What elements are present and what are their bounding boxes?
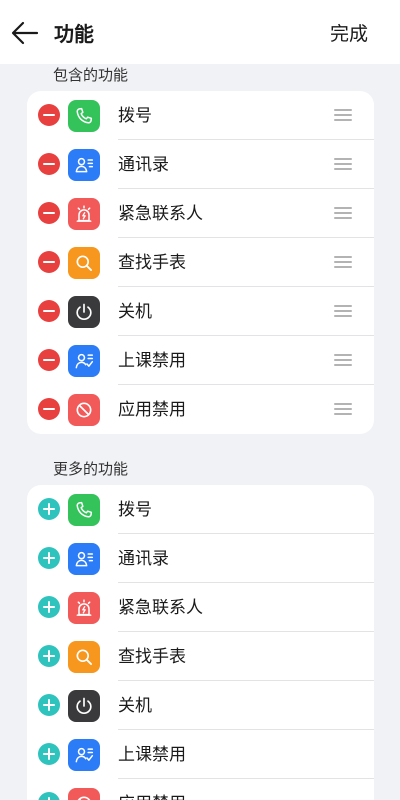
contacts-icon xyxy=(68,543,100,575)
minus-icon xyxy=(43,256,55,268)
feature-label: 上课禁用 xyxy=(118,745,186,765)
feature-row: 关机 xyxy=(27,681,374,730)
add-feature-button[interactable] xyxy=(38,547,60,569)
feature-row: 拨号 xyxy=(27,485,374,534)
feature-label: 紧急联系人 xyxy=(118,598,203,618)
add-feature-button[interactable] xyxy=(38,498,60,520)
minus-icon xyxy=(43,207,55,219)
remove-feature-button[interactable] xyxy=(38,300,60,322)
feature-label: 查找手表 xyxy=(118,253,186,273)
add-feature-button[interactable] xyxy=(38,694,60,716)
plus-icon xyxy=(43,503,55,515)
feature-label: 上课禁用 xyxy=(118,351,186,371)
find-watch-icon xyxy=(68,247,100,279)
drag-handle-icon[interactable] xyxy=(334,403,352,416)
phone-icon xyxy=(68,100,100,132)
add-feature-button[interactable] xyxy=(38,596,60,618)
drag-handle-icon[interactable] xyxy=(334,354,352,367)
remove-feature-button[interactable] xyxy=(38,251,60,273)
back-button[interactable] xyxy=(6,14,44,52)
top-bar: 功能 完成 xyxy=(0,0,400,64)
feature-row: 通讯录 xyxy=(27,534,374,583)
feature-label: 紧急联系人 xyxy=(118,204,203,224)
feature-row: 上课禁用 xyxy=(27,730,374,779)
emergency-alarm-icon xyxy=(68,592,100,624)
add-feature-button[interactable] xyxy=(38,792,60,800)
emergency-alarm-icon xyxy=(68,198,100,230)
app-disable-icon xyxy=(68,394,100,426)
feature-label: 拨号 xyxy=(118,500,152,520)
power-icon xyxy=(68,690,100,722)
contacts-icon xyxy=(68,149,100,181)
find-watch-icon xyxy=(68,641,100,673)
minus-icon xyxy=(43,305,55,317)
minus-icon xyxy=(43,354,55,366)
app-disable-icon xyxy=(68,788,100,800)
remove-feature-button[interactable] xyxy=(38,202,60,224)
minus-icon xyxy=(43,403,55,415)
feature-label: 应用禁用 xyxy=(118,793,186,800)
more-section-title: 更多的功能 xyxy=(53,460,129,478)
feature-row: 应用禁用 xyxy=(27,385,374,434)
remove-feature-button[interactable] xyxy=(38,153,60,175)
remove-feature-button[interactable] xyxy=(38,398,60,420)
feature-label: 关机 xyxy=(118,696,152,716)
feature-label: 应用禁用 xyxy=(118,400,186,420)
feature-row: 应用禁用 xyxy=(27,779,374,800)
minus-icon xyxy=(43,158,55,170)
feature-label: 查找手表 xyxy=(118,647,186,667)
remove-feature-button[interactable] xyxy=(38,104,60,126)
power-icon xyxy=(68,296,100,328)
feature-label: 通讯录 xyxy=(118,549,169,569)
plus-icon xyxy=(43,552,55,564)
drag-handle-icon[interactable] xyxy=(334,256,352,269)
drag-handle-icon[interactable] xyxy=(334,207,352,220)
feature-row: 紧急联系人 xyxy=(27,583,374,632)
feature-row: 紧急联系人 xyxy=(27,189,374,238)
add-feature-button[interactable] xyxy=(38,743,60,765)
feature-label: 拨号 xyxy=(118,106,152,126)
drag-handle-icon[interactable] xyxy=(334,158,352,171)
drag-handle-icon[interactable] xyxy=(334,305,352,318)
feature-label: 通讯录 xyxy=(118,155,169,175)
included-features-list: 拨号通讯录紧急联系人查找手表关机上课禁用应用禁用 xyxy=(27,91,374,434)
feature-row: 查找手表 xyxy=(27,632,374,681)
feature-label: 关机 xyxy=(118,302,152,322)
drag-handle-icon[interactable] xyxy=(334,109,352,122)
done-button[interactable]: 完成 xyxy=(330,20,368,48)
feature-row: 拨号 xyxy=(27,91,374,140)
plus-icon xyxy=(43,748,55,760)
more-features-list: 拨号通讯录紧急联系人查找手表关机上课禁用应用禁用 xyxy=(27,485,374,800)
minus-icon xyxy=(43,109,55,121)
feature-row: 上课禁用 xyxy=(27,336,374,385)
remove-feature-button[interactable] xyxy=(38,349,60,371)
class-disable-icon xyxy=(68,345,100,377)
plus-icon xyxy=(43,699,55,711)
feature-row: 查找手表 xyxy=(27,238,374,287)
plus-icon xyxy=(43,650,55,662)
add-feature-button[interactable] xyxy=(38,645,60,667)
feature-row: 关机 xyxy=(27,287,374,336)
phone-icon xyxy=(68,494,100,526)
page-title: 功能 xyxy=(54,22,94,46)
plus-icon xyxy=(43,601,55,613)
class-disable-icon xyxy=(68,739,100,771)
included-section-title: 包含的功能 xyxy=(53,66,129,84)
feature-row: 通讯录 xyxy=(27,140,374,189)
arrow-left-icon xyxy=(11,21,39,45)
